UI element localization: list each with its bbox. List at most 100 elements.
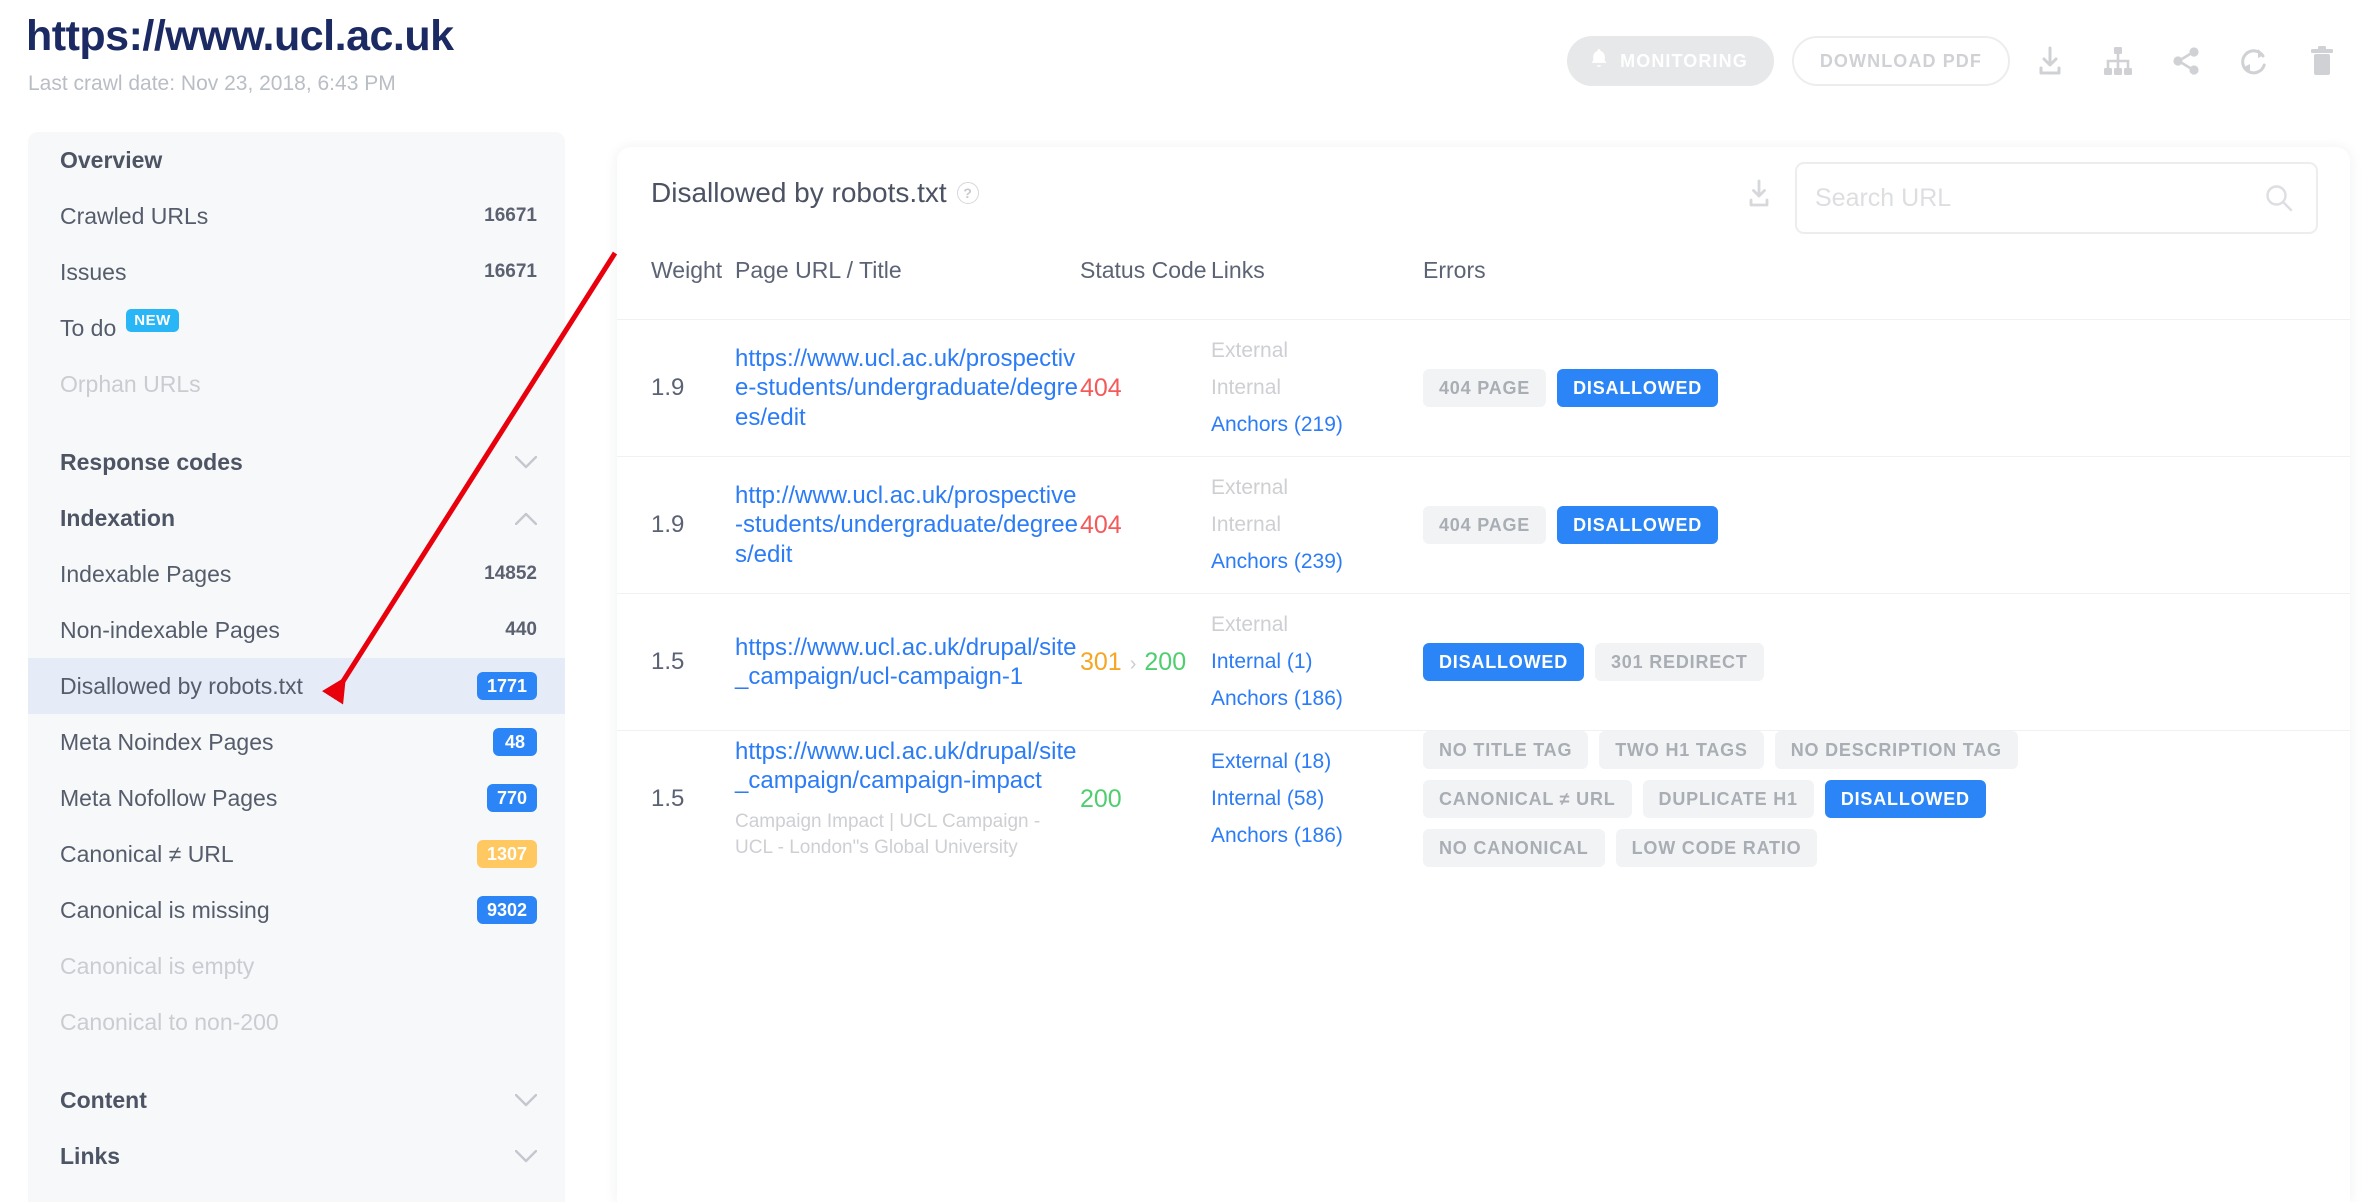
refresh-icon [2238, 45, 2270, 77]
link-anchors[interactable]: Anchors (219) [1211, 413, 1423, 437]
section-title: Disallowed by robots.txt ? [651, 177, 979, 209]
link-anchors[interactable]: Anchors (186) [1211, 824, 1423, 848]
errors-cell: 404 PAGE DISALLOWED [1423, 506, 2043, 544]
sidebar-item-meta-noindex-pages[interactable]: Meta Noindex Pages 48 [28, 714, 565, 770]
error-tag[interactable]: CANONICAL ≠ URL [1423, 780, 1632, 818]
link-internal[interactable]: Internal (58) [1211, 787, 1423, 811]
sidebar-item-content[interactable]: Content [28, 1072, 565, 1128]
error-tag[interactable]: NO TITLE TAG [1423, 731, 1589, 769]
sitemap-icon-button[interactable] [2090, 36, 2146, 86]
sidebar-item-links[interactable]: Links [28, 1128, 565, 1184]
search-url-field[interactable] [1795, 162, 2318, 234]
column-header-errors: Errors [1423, 257, 1486, 283]
sidebar-item-response-codes[interactable]: Response codes [28, 434, 565, 490]
search-input[interactable] [1797, 183, 2264, 213]
chevron-down-icon [515, 1093, 537, 1107]
error-tag[interactable]: LOW CODE RATIO [1615, 829, 1818, 867]
error-tag[interactable]: DISALLOWED [1557, 369, 1719, 407]
sidebar-item-canonical-url[interactable]: Canonical ≠ URL 1307 [28, 826, 565, 882]
link-internal[interactable]: Internal (1) [1211, 650, 1423, 674]
new-badge: NEW [126, 308, 179, 332]
link-anchors[interactable]: Anchors (239) [1211, 550, 1423, 574]
main-header: Disallowed by robots.txt ? [617, 147, 2350, 257]
sidebar-item-badge: 1307 [476, 840, 537, 868]
sidebar-item-label: To do [60, 314, 117, 341]
error-tag[interactable]: 301 REDIRECT [1595, 643, 1764, 681]
page-url-cell: http://www.ucl.ac.uk/prospective-student… [735, 481, 1080, 569]
sidebar-item-canonical-is-empty[interactable]: Canonical is empty [28, 938, 565, 994]
page-url-link[interactable]: http://www.ucl.ac.uk/prospective-student… [735, 481, 1080, 569]
sidebar-item-indexation[interactable]: Indexation [28, 490, 565, 546]
error-tag[interactable]: NO DESCRIPTION TAG [1774, 731, 2018, 769]
link-internal: Internal [1211, 376, 1282, 399]
table-row: 1.9 http://www.ucl.ac.uk/prospective-stud… [617, 456, 2350, 593]
error-tag[interactable]: NO CANONICAL [1423, 829, 1605, 867]
sidebar-item-indexable-pages[interactable]: Indexable Pages 14852 [28, 546, 565, 602]
share-icon-button[interactable] [2158, 36, 2214, 86]
error-tag[interactable]: 404 PAGE [1423, 369, 1547, 407]
sidebar-item-count: 16671 [484, 261, 537, 282]
page-url-cell: https://www.ucl.ac.uk/prospective-studen… [735, 344, 1080, 432]
sidebar-item-to-do[interactable]: To do NEW [28, 300, 565, 356]
page-url-cell: https://www.ucl.ac.uk/drupal/site_campai… [735, 737, 1080, 862]
links-cell: External (18) Internal (58) Anchors (186) [1211, 750, 1423, 848]
section-title-text: Disallowed by robots.txt [651, 177, 947, 208]
sidebar-item-issues[interactable]: Issues 16671 [28, 244, 565, 300]
error-tag[interactable]: TWO H1 TAGS [1599, 731, 1764, 769]
status-code: 200 [1144, 647, 1187, 676]
page-url-link[interactable]: https://www.ucl.ac.uk/drupal/site_campai… [735, 737, 1080, 796]
download-pdf-button[interactable]: DOWNLOAD PDF [1791, 36, 2010, 86]
column-header-page-url: Page URL / Title [735, 257, 902, 283]
link-external[interactable]: External (18) [1211, 750, 1423, 774]
links-cell: External Internal Anchors (239) [1211, 476, 1423, 574]
chevron-down-icon [515, 1149, 537, 1163]
sidebar-item-label: Canonical ≠ URL [60, 840, 234, 867]
error-tag[interactable]: 404 PAGE [1423, 506, 1547, 544]
trash-icon-button[interactable] [2294, 36, 2350, 86]
sidebar-item-crawled-urls[interactable]: Crawled URLs 16671 [28, 188, 565, 244]
export-icon[interactable] [1745, 179, 1773, 214]
sidebar-item-label: Canonical is empty [60, 952, 255, 979]
page-url-link[interactable]: https://www.ucl.ac.uk/prospective-studen… [735, 344, 1080, 432]
sidebar-item-label: Response codes [60, 448, 243, 475]
sidebar-item-label: Disallowed by robots.txt [60, 672, 303, 699]
error-tag[interactable]: DISALLOWED [1557, 506, 1719, 544]
sidebar-item-count: 440 [505, 619, 537, 640]
link-anchors[interactable]: Anchors (186) [1211, 687, 1423, 711]
sidebar-item-non-indexable-pages[interactable]: Non-indexable Pages 440 [28, 602, 565, 658]
link-external: External [1211, 476, 1289, 499]
sidebar-item-canonical-to-non-200[interactable]: Canonical to non-200 [28, 994, 565, 1050]
page-header: https://www.ucl.ac.uk Last crawl date: N… [0, 0, 2378, 132]
page-url-link[interactable]: https://www.ucl.ac.uk/drupal/site_campai… [735, 633, 1080, 692]
monitoring-button[interactable]: MONITORING [1567, 36, 1774, 86]
chevron-up-icon [515, 512, 537, 525]
sidebar-item-meta-nofollow-pages[interactable]: Meta Nofollow Pages 770 [28, 770, 565, 826]
weight-cell: 1.9 [651, 511, 685, 538]
last-crawl-date: Last crawl date: Nov 23, 2018, 6:43 PM [28, 72, 396, 95]
sidebar-item-label: Indexable Pages [60, 560, 232, 587]
sidebar-item-disallowed-by-robots-txt[interactable]: Disallowed by robots.txt 1771 [28, 658, 565, 714]
status-code-cell: 404 [1080, 511, 1211, 540]
status-code-cell: 200 [1080, 785, 1211, 814]
question-mark-icon[interactable]: ? [956, 182, 979, 204]
sidebar-item-canonical-is-missing[interactable]: Canonical is missing 9302 [28, 882, 565, 938]
download-icon-button[interactable] [2022, 36, 2078, 86]
sidebar-item-label: Content [60, 1086, 147, 1113]
links-cell: External Internal (1) Anchors (186) [1211, 613, 1423, 711]
sidebar-item-overview[interactable]: Overview [28, 132, 565, 188]
sidebar-item-label: Links [60, 1142, 121, 1169]
page-title: https://www.ucl.ac.uk [26, 12, 454, 60]
error-tag[interactable]: DISALLOWED [1824, 780, 1986, 818]
table-body: 1.9 https://www.ucl.ac.uk/prospective-stu… [617, 319, 2350, 867]
link-internal: Internal [1211, 513, 1282, 536]
sidebar-item-label: Indexation [60, 504, 176, 531]
chevron-down-icon [515, 455, 537, 469]
error-tag[interactable]: DUPLICATE H1 [1642, 780, 1814, 818]
error-tag[interactable]: DISALLOWED [1423, 643, 1584, 681]
download-pdf-label: DOWNLOAD PDF [1819, 50, 1982, 71]
sidebar-item-orphan-urls[interactable]: Orphan URLs [28, 356, 565, 412]
column-header-links: Links [1211, 257, 1265, 283]
refresh-icon-button[interactable] [2226, 36, 2282, 86]
links-cell: External Internal Anchors (219) [1211, 339, 1423, 437]
